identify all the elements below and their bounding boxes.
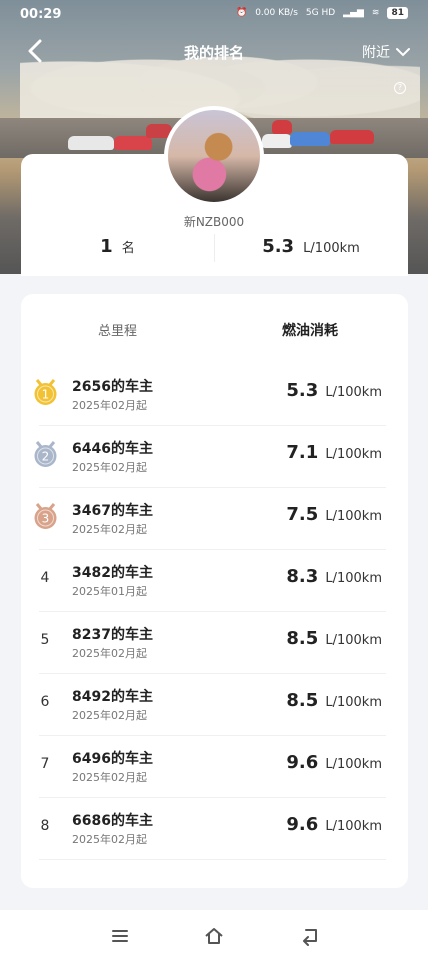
fuel-consumption: 7.1 L/100km [286,442,382,463]
ranking-row[interactable]: 8 6686的车主 2025年02月起 9.6 L/100km [21,798,408,860]
gold-medal-icon: 1 [34,379,57,405]
fuel-consumption: 7.5 L/100km [286,504,382,525]
network-speed: 0.00 KB/s [255,8,298,18]
username: 新NZB000 [183,215,245,229]
tab-mileage[interactable]: 总里程 [98,320,137,339]
avatar[interactable] [164,106,264,206]
car-shape [262,134,292,148]
fuel-consumption: 8.3 L/100km [286,566,382,587]
fuel-consumption-value: 7.1 [286,442,319,463]
home-icon[interactable] [204,926,224,946]
fuel-consumption-unit: L/100km [325,757,382,772]
fuel-consumption-value: 8.5 [286,628,319,649]
fuel-consumption: 9.6 L/100km [286,814,382,835]
owner-name: 3467的车主 [72,503,153,519]
owner-name: 6446的车主 [72,441,153,457]
alarm-icon: ⏰ [235,8,248,18]
member-since: 2025年02月起 [72,399,147,412]
fuel-consumption-unit: L/100km [325,509,382,524]
fuel-unit: L/100km [303,241,360,256]
signal-icon: ▂▄▆ [343,8,364,18]
help-icon[interactable]: ? [394,82,406,94]
owner-name: 8492的车主 [72,689,153,705]
fuel-consumption-value: 9.6 [286,814,319,835]
wifi-icon: ≋ [371,8,380,18]
member-since: 2025年02月起 [72,523,147,536]
member-since: 2025年02月起 [72,709,147,722]
menu-icon[interactable] [110,926,130,946]
fuel-consumption-unit: L/100km [325,633,382,648]
battery-indicator: 81 [387,7,408,19]
member-since: 2025年02月起 [72,833,147,846]
bronze-medal-icon: 3 [34,503,57,529]
back-icon[interactable] [300,926,320,946]
rank-value: 1 [100,236,113,257]
my-fuel-consumption: 5.3 L/100km [214,236,408,257]
ranking-row[interactable]: 7 6496的车主 2025年02月起 9.6 L/100km [21,736,408,798]
filter-label: 附近 [362,45,390,61]
fuel-consumption-unit: L/100km [325,385,382,400]
medal-rank-text: 1 [42,388,50,402]
fuel-consumption: 5.3 L/100km [286,380,382,401]
rank-number: 6 [40,694,50,710]
fuel-value: 5.3 [262,236,295,257]
network-type: 5G HD [305,8,336,18]
status-time: 00:29 [20,7,62,22]
owner-name: 8237的车主 [72,627,153,643]
rank-number: 8 [40,818,50,834]
car-shape [330,130,374,144]
car-shape [290,132,330,146]
my-rank: 1 名 [21,236,214,257]
fuel-consumption: 9.6 L/100km [286,752,382,773]
rank-number: 4 [40,570,50,586]
ranking-row[interactable]: 1 2656的车主 2025年02月起 5.3 L/100km [21,364,408,426]
tab-fuel-consumption[interactable]: 燃油消耗 [282,320,338,340]
fuel-consumption-value: 5.3 [286,380,319,401]
status-bar: 00:29 ⏰ 0.00 KB/s 5G HD ▂▄▆ ≋ 81 [0,0,428,30]
fuel-consumption-unit: L/100km [325,819,382,834]
fuel-consumption-unit: L/100km [325,695,382,710]
chevron-down-icon [396,48,410,57]
medal-rank-text: 3 [42,512,50,526]
rank-number: 7 [40,756,50,772]
system-nav-bar [0,910,428,960]
ranking-row[interactable]: 4 3482的车主 2025年01月起 8.3 L/100km [21,550,408,612]
car-shape [114,136,152,150]
fuel-consumption-value: 8.3 [286,566,319,587]
ranking-row[interactable]: 5 8237的车主 2025年02月起 8.5 L/100km [21,612,408,674]
owner-name: 6686的车主 [72,813,153,829]
member-since: 2025年02月起 [72,647,147,660]
car-shape [272,120,292,134]
filter-dropdown[interactable]: 附近 [362,42,410,62]
owner-name: 6496的车主 [72,751,153,767]
car-shape [68,136,114,150]
medal-rank-text: 2 [42,450,50,464]
fuel-consumption: 8.5 L/100km [286,628,382,649]
rank-unit: 名 [121,241,135,256]
fuel-consumption-value: 9.6 [286,752,319,773]
ranking-row[interactable]: 6 8492的车主 2025年02月起 8.5 L/100km [21,674,408,736]
member-since: 2025年01月起 [72,585,147,598]
ranking-row[interactable]: 3 3467的车主 2025年02月起 7.5 L/100km [21,488,408,550]
member-since: 2025年02月起 [72,771,147,784]
rank-number: 5 [40,632,50,648]
fuel-consumption-value: 7.5 [286,504,319,525]
fuel-consumption-value: 8.5 [286,690,319,711]
fuel-consumption: 8.5 L/100km [286,690,382,711]
ranking-row[interactable]: 2 6446的车主 2025年02月起 7.1 L/100km [21,426,408,488]
silver-medal-icon: 2 [34,441,57,467]
fuel-consumption-unit: L/100km [325,571,382,586]
owner-name: 2656的车主 [72,379,153,395]
owner-name: 3482的车主 [72,565,153,581]
fuel-consumption-unit: L/100km [325,447,382,462]
row-divider [39,859,386,860]
member-since: 2025年02月起 [72,461,147,474]
